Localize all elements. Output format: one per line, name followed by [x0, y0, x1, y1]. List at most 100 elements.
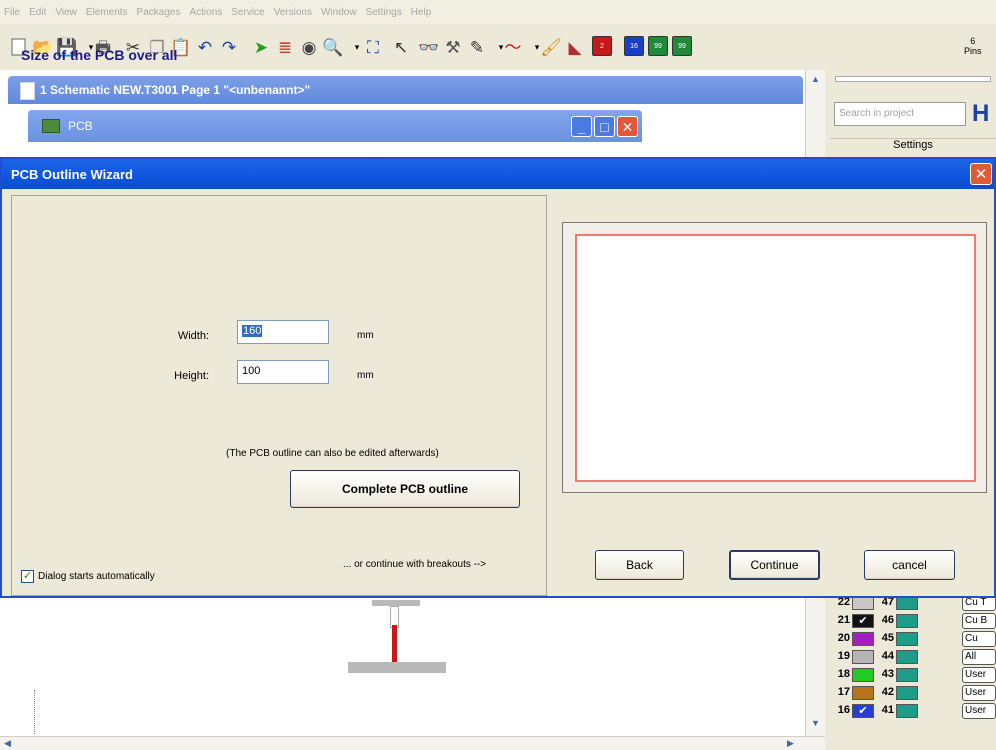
panel-drag-bar[interactable]: [835, 76, 991, 82]
menu-item-actions[interactable]: Actions: [189, 7, 222, 18]
height-label: Height:: [174, 370, 209, 382]
width-value: 160: [242, 325, 263, 337]
height-input[interactable]: 100: [237, 360, 329, 384]
layer-color-swatch[interactable]: [896, 614, 918, 628]
size-settings-panel: [11, 195, 547, 596]
dialog-title-bar[interactable]: PCB Outline Wizard ✕: [2, 159, 994, 189]
pins-counter[interactable]: 6 Pins: [964, 36, 982, 56]
camera-icon[interactable]: ◉: [298, 36, 320, 58]
scroll-left-icon[interactable]: ◀: [4, 738, 11, 749]
layer-row: 20 45 Cu: [832, 630, 996, 648]
layer-color-swatch[interactable]: [852, 668, 874, 682]
cancel-button[interactable]: cancel: [864, 550, 955, 580]
layer-button-99b[interactable]: 99: [672, 36, 692, 56]
menu-item-packages[interactable]: Packages: [137, 7, 181, 18]
back-button[interactable]: Back: [595, 550, 684, 580]
auto-start-checkbox[interactable]: ✓: [21, 570, 34, 583]
scroll-down-icon[interactable]: ▼: [811, 718, 820, 728]
find-binoculars-icon[interactable]: 👓: [418, 36, 440, 58]
schematic-part-bar: [348, 662, 446, 673]
menu-item-help[interactable]: Help: [411, 7, 432, 18]
layer-row: 21 ✔ 46 Cu B: [832, 612, 996, 630]
close-icon[interactable]: ✕: [617, 116, 638, 137]
layer-number: 43: [881, 668, 894, 680]
complete-pcb-outline-button[interactable]: Complete PCB outline: [290, 470, 520, 508]
layer-button[interactable]: Cu: [962, 631, 996, 647]
zoom-icon[interactable]: 🔍: [322, 36, 344, 58]
schematic-dotted-line: [34, 690, 35, 734]
layer-button[interactable]: User: [962, 667, 996, 683]
layer-color-swatch[interactable]: ✔: [852, 704, 874, 718]
layer-button-99a[interactable]: 99: [648, 36, 668, 56]
layer-number: 17: [837, 686, 850, 698]
close-icon[interactable]: ✕: [970, 163, 992, 185]
layer-button-2[interactable]: 2: [592, 36, 612, 56]
layer-number: 16: [837, 704, 850, 716]
menu-item-versions[interactable]: Versions: [274, 7, 312, 18]
layer-button[interactable]: User: [962, 685, 996, 701]
schematic-window-title[interactable]: 1 Schematic NEW.T3001 Page 1 "<unbenannt…: [8, 76, 803, 104]
project-search-input[interactable]: Search in project: [834, 102, 966, 126]
layer-row: 17 42 User: [832, 684, 996, 702]
width-input[interactable]: 160: [237, 320, 329, 344]
layer-color-swatch[interactable]: [896, 668, 918, 682]
menu-bar: File Edit View Elements Packages Actions Servi…: [0, 0, 996, 24]
height-unit: mm: [357, 370, 374, 381]
continue-button[interactable]: Continue: [729, 550, 820, 580]
menu-item-window[interactable]: Window: [321, 7, 357, 18]
brush-icon[interactable]: 🖌: [540, 36, 562, 58]
menu-item-edit[interactable]: Edit: [29, 7, 46, 18]
layer-color-swatch[interactable]: [896, 596, 918, 610]
layer-button[interactable]: Cu B: [962, 613, 996, 629]
layer-number: 46: [881, 614, 894, 626]
layer-row: 18 43 User: [832, 666, 996, 684]
height-value: 100: [242, 365, 261, 377]
minimize-icon[interactable]: _: [571, 116, 592, 137]
breakouts-hint: ... or continue with breakouts -->: [343, 559, 487, 570]
layer-number: 44: [881, 650, 894, 662]
layer-number: 18: [837, 668, 850, 680]
layer-color-swatch[interactable]: [852, 596, 874, 610]
layer-button[interactable]: All: [962, 649, 996, 665]
layer-number: 45: [881, 632, 894, 644]
redo-icon[interactable]: ↷: [218, 36, 240, 58]
pcb-icon: [42, 119, 60, 133]
pins-label: Pins: [964, 46, 982, 56]
layer-color-swatch[interactable]: [896, 704, 918, 718]
component-insert-icon[interactable]: ➤: [250, 36, 272, 58]
measure-icon[interactable]: ◣: [564, 36, 586, 58]
maximize-icon[interactable]: □: [594, 116, 615, 137]
menu-item-service[interactable]: Service: [231, 7, 264, 18]
pointer-icon[interactable]: ↖: [390, 36, 412, 58]
horizontal-scrollbar[interactable]: ◀ ▶: [0, 736, 825, 750]
menu-item-elements[interactable]: Elements: [86, 7, 128, 18]
pcb-window-title[interactable]: PCB _ □ ✕: [28, 110, 642, 142]
menu-item-file[interactable]: File: [4, 7, 20, 18]
width-label: Width:: [177, 330, 209, 342]
help-icon[interactable]: H: [972, 100, 996, 128]
layer-color-swatch[interactable]: [896, 686, 918, 700]
route-tool-icon[interactable]: ⚒: [442, 36, 464, 58]
wire-icon[interactable]: 〜: [502, 36, 524, 58]
layer-color-swatch[interactable]: [852, 650, 874, 664]
menu-item-view[interactable]: View: [55, 7, 77, 18]
layers-icon[interactable]: ≣: [274, 36, 296, 58]
layer-button-16[interactable]: 16: [624, 36, 644, 56]
layer-color-swatch[interactable]: [896, 632, 918, 646]
draw-tool-icon[interactable]: ✎: [466, 36, 488, 58]
layer-color-swatch[interactable]: [896, 650, 918, 664]
zoom-fit-icon[interactable]: ⛶: [362, 36, 384, 58]
layer-number: 21: [837, 614, 850, 626]
layer-color-swatch[interactable]: ✔: [852, 614, 874, 628]
layer-color-swatch[interactable]: [852, 686, 874, 700]
scroll-right-icon[interactable]: ▶: [787, 738, 794, 749]
pcb-window-title-text: PCB: [68, 119, 93, 133]
menu-item-settings[interactable]: Settings: [366, 7, 402, 18]
layer-color-swatch[interactable]: [852, 632, 874, 646]
settings-section-header[interactable]: Settings: [830, 138, 996, 154]
scroll-up-icon[interactable]: ▲: [811, 74, 820, 84]
layer-row: 16 ✔ 41 User: [832, 702, 996, 720]
undo-icon[interactable]: ↶: [194, 36, 216, 58]
layer-button[interactable]: User: [962, 703, 996, 719]
pcb-preview-outline: [575, 234, 976, 482]
